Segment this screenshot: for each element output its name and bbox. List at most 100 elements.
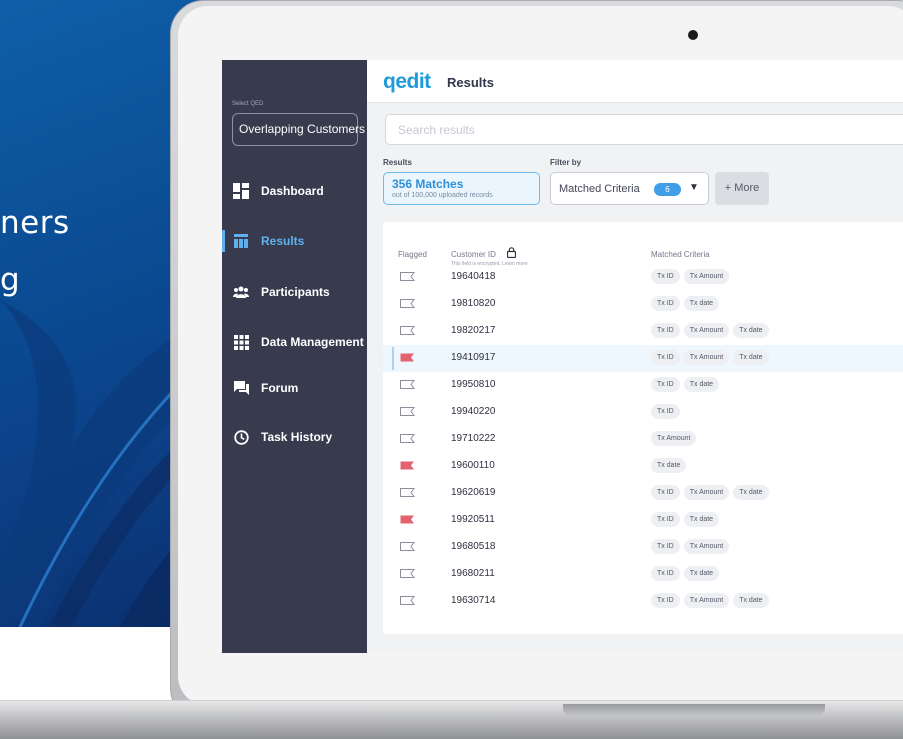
table-row[interactable]: 19820217 Tx ID Tx Amount Tx date bbox=[383, 318, 903, 345]
table-icon bbox=[233, 233, 249, 249]
matches-summary[interactable]: 356 Matches out of 100,000 uploaded reco… bbox=[383, 172, 540, 205]
table-row[interactable]: 19680518 Tx ID Tx Amount bbox=[383, 534, 903, 561]
flag-outline-icon[interactable] bbox=[400, 299, 415, 308]
filter-dropdown[interactable]: Matched Criteria 6 ▼ bbox=[550, 172, 709, 205]
customer-id: 19810820 bbox=[451, 298, 496, 309]
lock-icon bbox=[507, 247, 516, 258]
criteria-tags: Tx ID Tx date bbox=[651, 566, 720, 581]
criteria-tags: Tx ID Tx date bbox=[651, 512, 720, 527]
flag-filled-icon[interactable] bbox=[400, 461, 415, 470]
sidebar-item-forum[interactable]: Forum bbox=[222, 375, 367, 401]
sidebar-item-label: Data Management bbox=[261, 335, 364, 349]
criteria-tag: Tx Amount bbox=[651, 431, 697, 446]
criteria-tag: Tx date bbox=[683, 377, 720, 392]
sidebar-item-label: Results bbox=[261, 234, 305, 248]
flag-outline-icon[interactable] bbox=[400, 488, 415, 497]
grid-icon bbox=[233, 334, 249, 350]
sidebar-item-dashboard[interactable]: Dashboard bbox=[222, 178, 367, 204]
criteria-tag: Tx date bbox=[733, 350, 769, 365]
criteria-tag: Tx date bbox=[683, 512, 720, 527]
table-row[interactable]: 19410917 Tx ID Tx Amount Tx date bbox=[383, 345, 903, 372]
flag-outline-icon[interactable] bbox=[400, 326, 415, 335]
flag-outline-icon[interactable] bbox=[400, 569, 415, 578]
criteria-tag: Tx ID bbox=[651, 404, 680, 419]
table-row[interactable]: 19920511 Tx ID Tx date bbox=[383, 507, 903, 534]
flag-outline-icon[interactable] bbox=[400, 272, 415, 281]
table-row[interactable]: 19630714 Tx ID Tx Amount Tx date bbox=[383, 588, 903, 615]
sidebar-item-label: Participants bbox=[261, 285, 330, 299]
top-bar: qedit Results bbox=[367, 60, 903, 103]
customer-id: 19410917 bbox=[451, 352, 496, 363]
criteria-tags: Tx ID Tx Amount Tx date bbox=[651, 485, 769, 500]
select-qed-label: Select QED bbox=[232, 101, 264, 107]
dashboard-icon bbox=[233, 183, 249, 199]
search-input[interactable] bbox=[386, 115, 903, 145]
search-bar bbox=[385, 114, 903, 145]
customer-id: 19620619 bbox=[451, 487, 496, 498]
criteria-tag: Tx ID bbox=[651, 539, 680, 554]
sidebar-item-participants[interactable]: Participants bbox=[222, 279, 367, 305]
customer-id: 19600110 bbox=[451, 460, 495, 471]
sidebar: Select QED Overlapping Customers ▾ Dashb… bbox=[222, 60, 374, 653]
flag-outline-icon[interactable] bbox=[400, 380, 415, 389]
qedit-logo: qedit bbox=[383, 70, 431, 93]
table-row[interactable]: 19680211 Tx ID Tx date bbox=[383, 561, 903, 588]
sidebar-item-results[interactable]: Results bbox=[222, 228, 367, 254]
criteria-tag: Tx ID bbox=[651, 323, 680, 338]
criteria-tag: Tx ID bbox=[651, 296, 680, 311]
customer-id: 19680211 bbox=[451, 568, 495, 579]
chat-icon bbox=[233, 380, 249, 396]
criteria-tag: Tx ID bbox=[651, 485, 680, 500]
criteria-tag: Tx Amount bbox=[683, 593, 730, 608]
sidebar-item-data-management[interactable]: Data Management bbox=[222, 329, 367, 355]
column-header-flagged: Flagged bbox=[398, 250, 427, 259]
chevron-down-icon: ▼ bbox=[689, 182, 699, 193]
criteria-tags: Tx ID Tx Amount Tx date bbox=[651, 593, 769, 608]
criteria-tags: Tx Amount bbox=[651, 431, 697, 446]
criteria-tag: Tx Amount bbox=[683, 323, 730, 338]
customer-id: 19940220 bbox=[451, 406, 496, 417]
filter-value: Matched Criteria bbox=[559, 183, 640, 195]
customer-id: 19950810 bbox=[451, 379, 496, 390]
criteria-tags: Tx ID Tx date bbox=[651, 377, 720, 392]
criteria-tags: Tx ID Tx date bbox=[651, 296, 720, 311]
flag-outline-icon[interactable] bbox=[400, 434, 415, 443]
table-row[interactable]: 19600110 Tx date bbox=[383, 453, 903, 480]
flag-outline-icon[interactable] bbox=[400, 407, 415, 416]
flag-outline-icon[interactable] bbox=[400, 596, 415, 605]
people-icon bbox=[233, 284, 249, 300]
criteria-tags: Tx ID bbox=[651, 404, 680, 419]
filter-by-label: Filter by bbox=[550, 158, 582, 167]
criteria-tag: Tx date bbox=[651, 458, 687, 473]
customer-id: 19680518 bbox=[451, 541, 496, 552]
page-title: Results bbox=[447, 75, 494, 90]
clock-icon bbox=[233, 429, 249, 445]
table-row[interactable]: 19640418 Tx ID Tx Amount bbox=[383, 264, 903, 291]
table-row[interactable]: 19710222 Tx Amount bbox=[383, 426, 903, 453]
flag-filled-icon[interactable] bbox=[400, 353, 415, 362]
qed-select[interactable]: Overlapping Customers ▾ bbox=[232, 113, 374, 146]
criteria-tag: Tx ID bbox=[651, 269, 680, 284]
customer-id: 19640418 bbox=[451, 271, 496, 282]
main-content: qedit Results Results Filter by 356 Matc… bbox=[367, 60, 903, 653]
table-row[interactable]: 19950810 Tx ID Tx date bbox=[383, 372, 903, 399]
sidebar-item-label: Task History bbox=[261, 430, 333, 444]
customer-id: 19630714 bbox=[451, 595, 496, 606]
criteria-tag: Tx Amount bbox=[683, 539, 730, 554]
criteria-tags: Tx date bbox=[651, 458, 687, 473]
sidebar-item-task-history[interactable]: Task History bbox=[222, 424, 367, 450]
flag-outline-icon[interactable] bbox=[400, 542, 415, 551]
matches-count: 356 Matches bbox=[392, 177, 464, 191]
hero-text-line-1: ners bbox=[0, 205, 70, 241]
criteria-tag: Tx date bbox=[683, 566, 720, 581]
criteria-tag: Tx ID bbox=[651, 512, 680, 527]
criteria-tag: Tx Amount bbox=[683, 485, 730, 500]
customer-id: 19920511 bbox=[451, 514, 495, 525]
table-row[interactable]: 19620619 Tx ID Tx Amount Tx date bbox=[383, 480, 903, 507]
active-indicator bbox=[222, 230, 225, 252]
table-row[interactable]: 19940220 Tx ID bbox=[383, 399, 903, 426]
table-row[interactable]: 19810820 Tx ID Tx date bbox=[383, 291, 903, 318]
flag-filled-icon[interactable] bbox=[400, 515, 415, 524]
more-filters-button[interactable]: + More bbox=[715, 172, 769, 205]
criteria-tags: Tx ID Tx Amount Tx date bbox=[651, 323, 769, 338]
